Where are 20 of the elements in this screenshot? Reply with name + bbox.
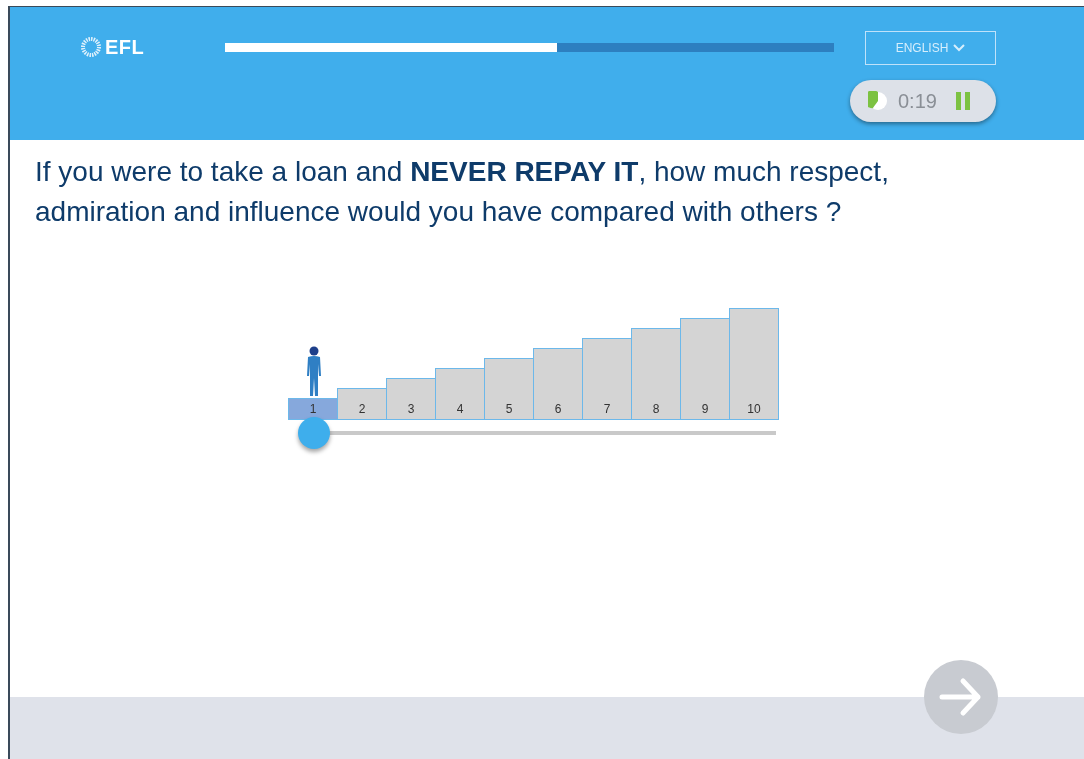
scale-step[interactable]: 2 [337,388,387,420]
scale-step[interactable]: 3 [386,378,436,420]
scale-step[interactable]: 8 [631,328,681,420]
timer-pie-icon [868,91,888,111]
question-text: If you were to take a loan and NEVER REPAY IT, how much respect, admiration and influence would you have compared with others ? [34,155,890,229]
pause-button[interactable] [954,92,971,110]
logo-text: EFL [105,35,145,59]
arrow-right-icon [939,677,983,717]
scale-step[interactable]: 5 [484,358,534,420]
scale-step[interactable]: 4 [435,368,485,420]
scale-step[interactable]: 7 [582,338,632,420]
chevron-icon [953,44,966,52]
pause-icon [954,92,971,110]
logo-ring-icon [80,36,102,58]
scale-step[interactable]: 10 [729,308,779,420]
scale-step[interactable]: 1 [288,398,338,420]
scale-step[interactable]: 9 [680,318,730,420]
slider-thumb[interactable] [298,417,330,449]
timer-text: 0:19 [898,89,937,113]
scale-step[interactable]: 6 [533,348,583,420]
